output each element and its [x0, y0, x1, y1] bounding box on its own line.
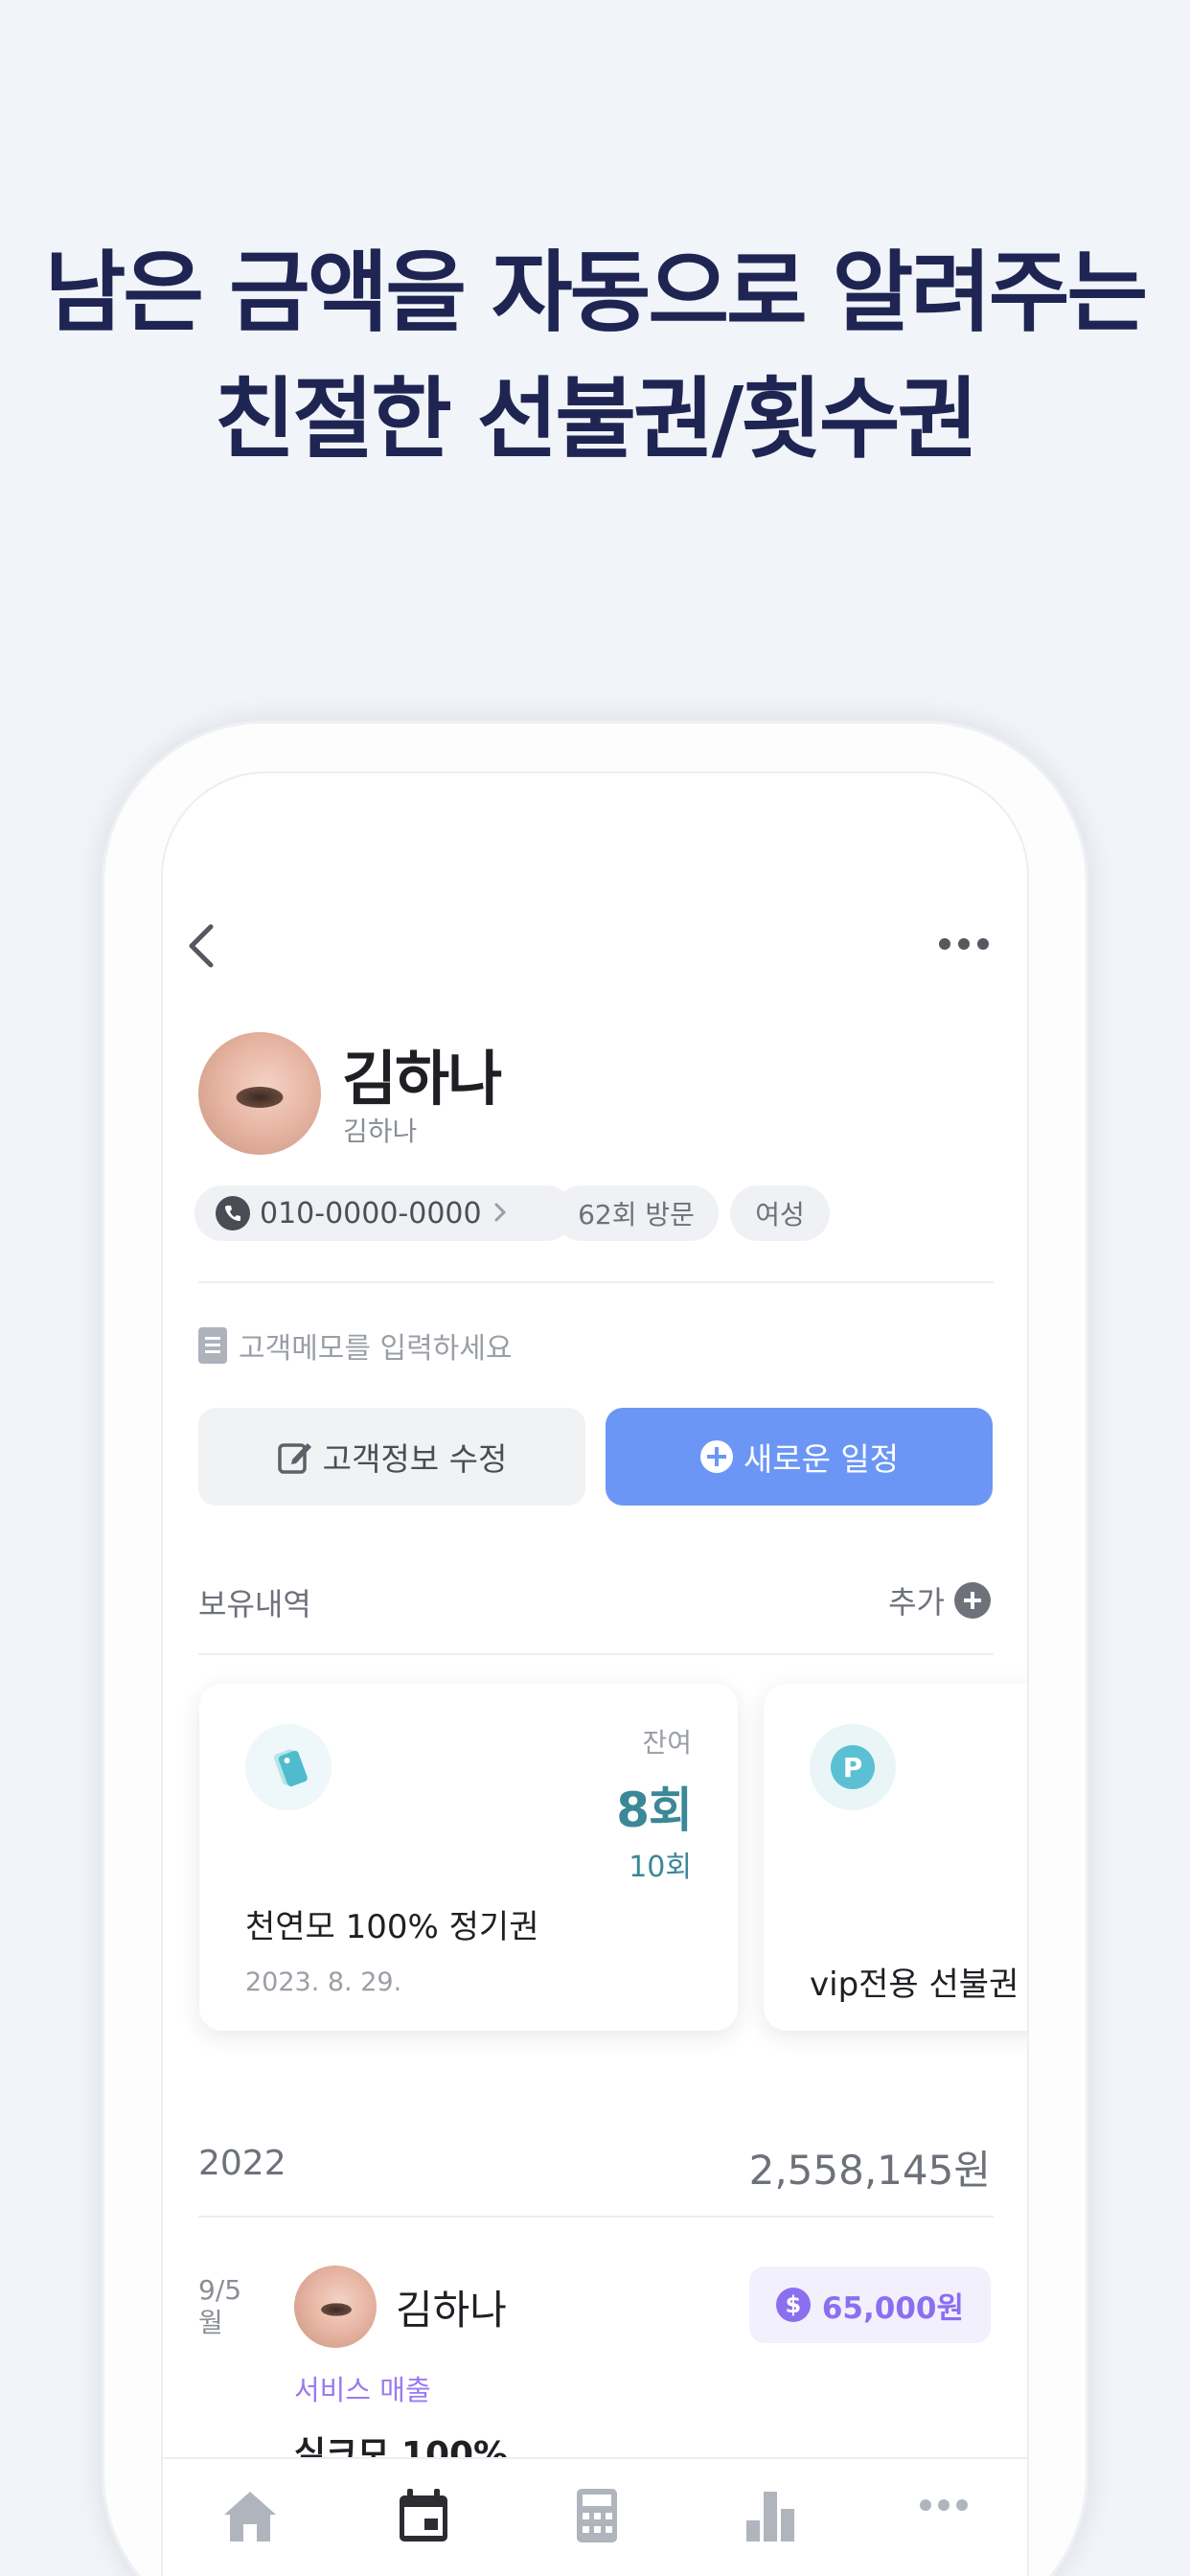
holding-title: vip전용 선불권: [810, 1966, 1019, 2004]
customer-name: 김하나: [342, 1044, 502, 1114]
phone-number: 010-0000-0000: [260, 1196, 482, 1230]
edit-customer-label: 고객정보 수정: [322, 1440, 508, 1478]
visit-count-chip: 62회 방문: [554, 1185, 719, 1241]
customer-avatar: [198, 1032, 321, 1155]
ticket-icon: [245, 1724, 332, 1810]
edit-customer-button[interactable]: 고객정보 수정: [198, 1408, 585, 1506]
headline: 남은 금액을 자동으로 알려주는 친절한 선불권/횟수권: [0, 230, 1190, 483]
headline-line-1: 남은 금액을 자동으로 알려주는: [44, 242, 1148, 344]
entry-tag: 서비스 매출: [294, 2374, 431, 2406]
calculator-icon[interactable]: [549, 2486, 645, 2553]
p-coin-icon: P: [810, 1724, 896, 1810]
holding-card[interactable]: P vip전용 선불권: [764, 1684, 1027, 2031]
new-schedule-label: 새로운 일정: [743, 1440, 900, 1478]
total-count: 10회: [629, 1851, 692, 1884]
entry-amount-badge: $ 65,000원: [748, 2266, 991, 2343]
divider: [198, 2216, 994, 2218]
customer-subname: 김하나: [343, 1116, 418, 1147]
dollar-icon: $: [775, 2288, 811, 2322]
entry-customer-name: 김하나: [396, 2287, 507, 2334]
divider: [198, 1281, 994, 1283]
entry-avatar: [294, 2266, 377, 2348]
history-year: 2022: [198, 2144, 286, 2183]
phone-chip[interactable]: 010-0000-0000: [195, 1185, 574, 1241]
entry-date: 9/5 월: [198, 2274, 242, 2338]
divider: [198, 1653, 994, 1655]
holding-date: 2023. 8. 29.: [245, 1967, 402, 1997]
more-icon[interactable]: [896, 2486, 992, 2553]
more-options-icon[interactable]: [937, 934, 991, 954]
gender-chip: 여성: [730, 1185, 830, 1241]
holdings-title: 보유내역: [198, 1586, 311, 1622]
memo-field[interactable]: 고객메모를 입력하세요: [198, 1324, 513, 1367]
holding-card[interactable]: 잔여 8회 10회 천연모 100% 정기권 2023. 8. 29.: [199, 1684, 738, 2031]
back-icon[interactable]: [182, 917, 220, 975]
add-holding-button[interactable]: 추가: [888, 1578, 991, 1622]
phone-screen: 김하나 김하나 010-0000-0000 62회 방문 여성 고객메모를 입력…: [161, 771, 1029, 2576]
add-label: 추가: [888, 1584, 945, 1621]
plus-circle-icon: [699, 1440, 733, 1473]
headline-line-2: 친절한 선불권/횟수권: [214, 368, 978, 471]
entry-amount: 65,000원: [821, 2290, 964, 2326]
calendar-icon[interactable]: [376, 2486, 471, 2553]
history-year-total: 2,558,145원: [748, 2147, 991, 2194]
tab-bar: [163, 2457, 1027, 2576]
memo-icon: [198, 1327, 227, 1364]
plus-circle-icon: [954, 1582, 991, 1619]
chart-icon[interactable]: [722, 2486, 818, 2553]
new-schedule-button[interactable]: 새로운 일정: [606, 1408, 993, 1506]
holding-title: 천연모 100% 정기권: [245, 1908, 539, 1946]
phone-icon: [216, 1196, 250, 1230]
memo-placeholder: 고객메모를 입력하세요: [239, 1332, 513, 1366]
edit-icon: [277, 1443, 311, 1474]
remaining-label: 잔여: [642, 1727, 692, 1759]
home-icon[interactable]: [202, 2486, 298, 2553]
remaining-count: 8회: [616, 1782, 693, 1838]
chevron-right-icon: [493, 1197, 507, 1230]
